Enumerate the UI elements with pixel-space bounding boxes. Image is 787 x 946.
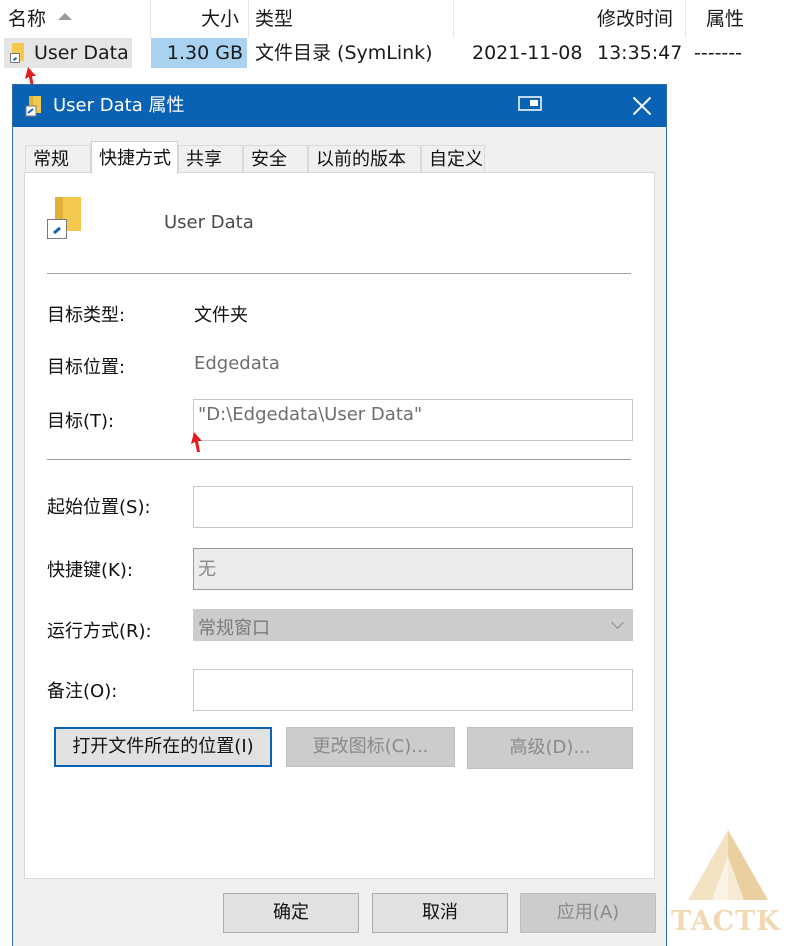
- dialog-title-bar[interactable]: User Data 属性: [13, 85, 666, 127]
- target-location-label: 目标位置:: [47, 357, 126, 378]
- start-in-label: 起始位置(S):: [47, 497, 151, 518]
- column-separator[interactable]: [150, 0, 151, 38]
- run-select[interactable]: 常规窗口: [193, 609, 633, 641]
- comment-input[interactable]: [193, 669, 633, 711]
- open-file-location-button[interactable]: 打开文件所在的位置(I): [54, 727, 272, 767]
- file-size-cell: 1.30 GB: [151, 38, 247, 68]
- hotkey-input[interactable]: 无: [193, 548, 633, 590]
- ok-button[interactable]: 确定: [223, 893, 359, 933]
- column-header-modified[interactable]: 修改时间: [597, 0, 673, 38]
- symlink-folder-icon: [25, 95, 43, 117]
- tab-shortcut[interactable]: 快捷方式: [91, 141, 178, 174]
- file-date-cell: 2021-11-08: [472, 42, 583, 64]
- divider: [47, 459, 631, 460]
- change-icon-button[interactable]: 更改图标(C)...: [286, 727, 455, 767]
- hotkey-label: 快捷键(K):: [47, 560, 133, 581]
- file-name-cell[interactable]: User Data: [4, 38, 132, 68]
- column-separator[interactable]: [685, 0, 686, 38]
- target-location-value: Edgedata: [194, 353, 280, 374]
- column-header-name[interactable]: 名称: [8, 0, 73, 38]
- column-separator[interactable]: [248, 0, 249, 38]
- target-type-value: 文件夹: [194, 305, 248, 326]
- column-header-size[interactable]: 大小: [201, 0, 239, 38]
- annotation-arrow-icon: [191, 432, 202, 452]
- cancel-button[interactable]: 取消: [372, 893, 508, 933]
- symlink-folder-icon: [47, 197, 83, 243]
- file-time-cell: 13:35:47: [597, 42, 683, 64]
- tab-sharing[interactable]: 共享: [178, 145, 243, 173]
- watermark-triangle-icon: [688, 830, 768, 900]
- advanced-button[interactable]: 高级(D)...: [467, 727, 633, 769]
- shortcut-name: User Data: [164, 212, 254, 233]
- file-name: User Data: [34, 42, 129, 64]
- file-attributes-cell: -------: [694, 42, 742, 64]
- column-header-attributes[interactable]: 属性: [706, 0, 744, 38]
- run-select-value: 常规窗口: [198, 618, 270, 639]
- target-input[interactable]: "D:\Edgedata\User Data": [193, 399, 633, 441]
- symlink-folder-icon: [10, 43, 26, 63]
- target-label: 目标(T):: [47, 411, 115, 432]
- divider: [47, 273, 631, 274]
- tab-general[interactable]: 常规: [25, 145, 91, 173]
- tab-customize[interactable]: 自定义: [421, 145, 485, 173]
- properties-dialog: User Data 属性 常规 快捷方式 共享 安全 以前的版本 自定义 Use…: [12, 84, 667, 946]
- start-in-input[interactable]: [193, 486, 633, 528]
- dialog-title: User Data 属性: [53, 95, 185, 116]
- comment-label: 备注(O):: [47, 681, 118, 702]
- shortcut-tab-panel: User Data 目标类型: 文件夹 目标位置: Edgedata 目标(T)…: [24, 172, 655, 879]
- column-header-name-label: 名称: [8, 8, 47, 30]
- chevron-down-icon: [611, 616, 624, 629]
- watermark-text: TACTK: [671, 906, 781, 937]
- window-mode-icon[interactable]: [517, 93, 543, 115]
- apply-button[interactable]: 应用(A): [520, 893, 656, 933]
- column-separator[interactable]: [453, 0, 454, 38]
- target-type-label: 目标类型:: [47, 305, 126, 326]
- tab-security[interactable]: 安全: [243, 145, 308, 173]
- tab-previous-versions[interactable]: 以前的版本: [308, 145, 421, 173]
- sort-ascending-icon: [58, 13, 73, 20]
- file-list-header: 名称 大小 类型 修改时间 属性: [0, 0, 787, 38]
- file-type-cell: 文件目录 (SymLink): [255, 42, 433, 64]
- close-icon[interactable]: [632, 96, 652, 116]
- file-row-user-data[interactable]: User Data 1.30 GB 文件目录 (SymLink) 2021-11…: [0, 38, 787, 68]
- column-header-type[interactable]: 类型: [255, 0, 293, 38]
- run-label: 运行方式(R):: [47, 621, 152, 642]
- watermark-logo: TACTK: [668, 826, 787, 946]
